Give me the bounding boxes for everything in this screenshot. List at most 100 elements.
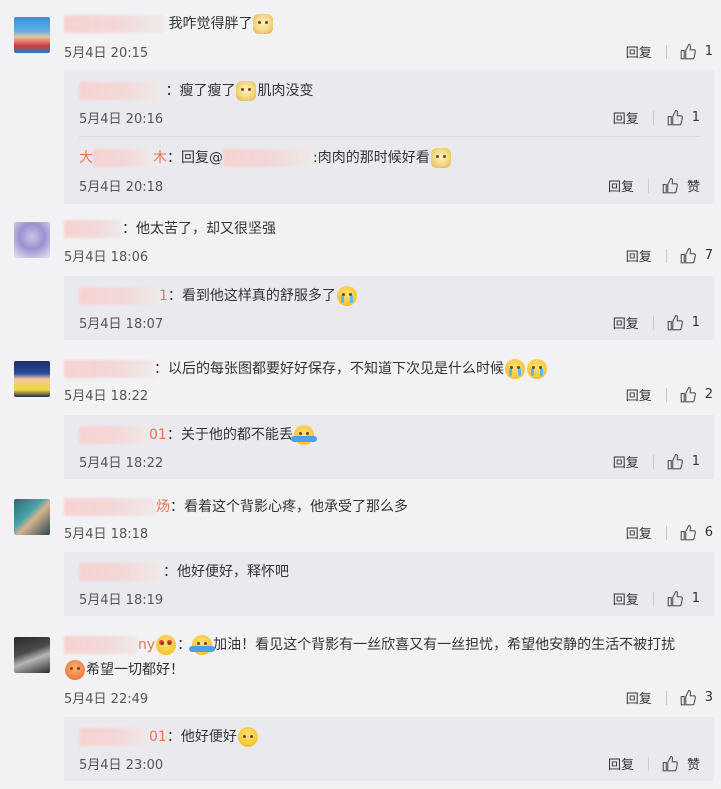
sad-emoji-icon: [237, 727, 258, 747]
heart-eyes-emoji-icon: [156, 635, 177, 655]
reply-button[interactable]: 回复: [626, 688, 652, 707]
avatar[interactable]: [14, 637, 50, 673]
reply-divider: [79, 136, 700, 137]
like-button[interactable]: 1: [679, 43, 713, 61]
reply-text: 01：他好便好: [79, 726, 259, 747]
username-suffix[interactable]: 木: [153, 150, 167, 166]
mention-blurred[interactable]: [223, 149, 313, 167]
username-blurred[interactable]: [79, 426, 149, 444]
reply-button[interactable]: 回复: [613, 313, 639, 332]
like-button[interactable]: 1: [666, 109, 700, 127]
like-count: 1: [691, 454, 700, 469]
reply-item: 01：他好便好 5月4日 23:00 回复 赞: [79, 717, 700, 781]
reply-text: 01：关于他的都不能丢: [79, 424, 317, 445]
reply-button[interactable]: 回复: [626, 246, 652, 265]
replies-box: ：瘦了瘦了 肌肉没变 5月4日 20:16 回复 1 大木：回复@:肉肉的那时候好…: [64, 70, 714, 204]
reply-button[interactable]: 回复: [613, 108, 639, 127]
username-blurred[interactable]: [64, 636, 138, 654]
thumbs-up-icon: [680, 386, 696, 402]
thumbs-up-icon: [680, 43, 696, 59]
thumbs-up-icon: [680, 524, 696, 540]
username-blurred[interactable]: [79, 728, 149, 746]
like-button[interactable]: 6: [679, 524, 713, 542]
avatar[interactable]: [14, 17, 50, 53]
like-button[interactable]: 1: [666, 314, 700, 332]
comment-text: 我咋觉得胖了: [64, 13, 274, 34]
like-button[interactable]: 7: [679, 247, 713, 265]
username-blurred[interactable]: [79, 82, 161, 100]
reply-button[interactable]: 回复: [608, 754, 634, 773]
thumbs-up-icon: [662, 755, 678, 771]
like-count: 1: [691, 315, 700, 330]
reply-button[interactable]: 回复: [608, 176, 634, 195]
avatar[interactable]: [14, 499, 50, 535]
like-button[interactable]: 2: [679, 386, 713, 404]
username-prefix[interactable]: 大: [79, 150, 93, 166]
like-count: 1: [691, 110, 700, 125]
divider: [647, 756, 649, 771]
username-blurred[interactable]: [93, 149, 153, 167]
username-suffix[interactable]: ny: [138, 637, 155, 653]
avatar[interactable]: [14, 222, 50, 258]
username-suffix[interactable]: 01: [149, 729, 167, 745]
reply-item: 1：看到他这样真的舒服多了 5月4日 18:07 回复 1: [79, 276, 700, 340]
comment-actions: 回复 2: [626, 385, 713, 404]
reply-button[interactable]: 回复: [626, 42, 652, 61]
reply-item: 大木：回复@:肉肉的那时候好看 5月4日 20:18 回复 赞: [79, 138, 700, 204]
reply-actions: 回复 1: [613, 313, 700, 332]
hug-emoji-icon: [189, 635, 216, 655]
like-count: 6: [704, 525, 713, 540]
like-count: 1: [704, 44, 713, 59]
like-button[interactable]: 3: [679, 689, 713, 707]
comment-actions: 回复 7: [626, 246, 713, 265]
crying-emoji-icon: [505, 359, 525, 379]
divider: [652, 454, 654, 469]
like-button[interactable]: 赞: [661, 176, 700, 195]
doge-emoji-icon: [430, 148, 451, 168]
reply-actions: 回复 1: [613, 452, 700, 471]
thumbs-up-icon: [667, 109, 683, 125]
username-blurred[interactable]: [64, 15, 164, 33]
divider: [665, 44, 667, 59]
timestamp: 5月4日 20:18: [79, 180, 164, 195]
replies-box: ：他好便好，释怀吧 5月4日 18:19 回复 1: [64, 552, 714, 616]
like-button[interactable]: 赞: [661, 754, 700, 773]
username-blurred[interactable]: [64, 360, 154, 378]
comment-actions: 回复 6: [626, 523, 713, 542]
thumbs-up-icon: [667, 590, 683, 606]
reply-item: 01：关于他的都不能丢 5月4日 18:22 回复 1: [79, 415, 700, 479]
crying-emoji-icon: [527, 359, 547, 379]
thumbs-up-icon: [680, 689, 696, 705]
hug-emoji-icon: [290, 425, 317, 445]
like-count: 3: [704, 690, 713, 705]
replies-box: 1：看到他这样真的舒服多了 5月4日 18:07 回复 1: [64, 276, 714, 340]
doge-emoji-icon: [236, 81, 257, 101]
doge-emoji-icon: [253, 14, 274, 34]
username-suffix[interactable]: 01: [149, 427, 167, 443]
reply-button[interactable]: 回复: [613, 452, 639, 471]
reply-button[interactable]: 回复: [626, 523, 652, 542]
username-suffix[interactable]: 炀: [156, 499, 170, 515]
reply-button[interactable]: 回复: [613, 589, 639, 608]
username-suffix[interactable]: 1: [159, 288, 168, 304]
like-button[interactable]: 1: [666, 590, 700, 608]
username-blurred[interactable]: [79, 563, 163, 581]
reply-actions: 回复 赞: [608, 754, 700, 773]
reply-item: ：他好便好，释怀吧 5月4日 18:19 回复 1: [79, 552, 700, 616]
divider: [652, 110, 654, 125]
comment-actions: 回复 3: [626, 688, 713, 707]
username-blurred[interactable]: [64, 220, 122, 238]
username-blurred[interactable]: [64, 498, 156, 516]
username-blurred[interactable]: [79, 287, 159, 305]
thumbs-up-icon: [667, 314, 683, 330]
reply-text: ：他好便好，释怀吧: [79, 561, 289, 581]
replies-box: 01：关于他的都不能丢 5月4日 18:22 回复 1: [64, 415, 714, 479]
timestamp: 5月4日 20:15: [64, 46, 149, 61]
reply-button[interactable]: 回复: [626, 385, 652, 404]
divider: [665, 387, 667, 402]
avatar[interactable]: [14, 361, 50, 397]
comment-text: ：他太苦了，却又很坚强: [64, 218, 276, 238]
like-button[interactable]: 1: [666, 453, 700, 471]
divider: [652, 315, 654, 330]
timestamp: 5月4日 18:18: [64, 527, 149, 542]
